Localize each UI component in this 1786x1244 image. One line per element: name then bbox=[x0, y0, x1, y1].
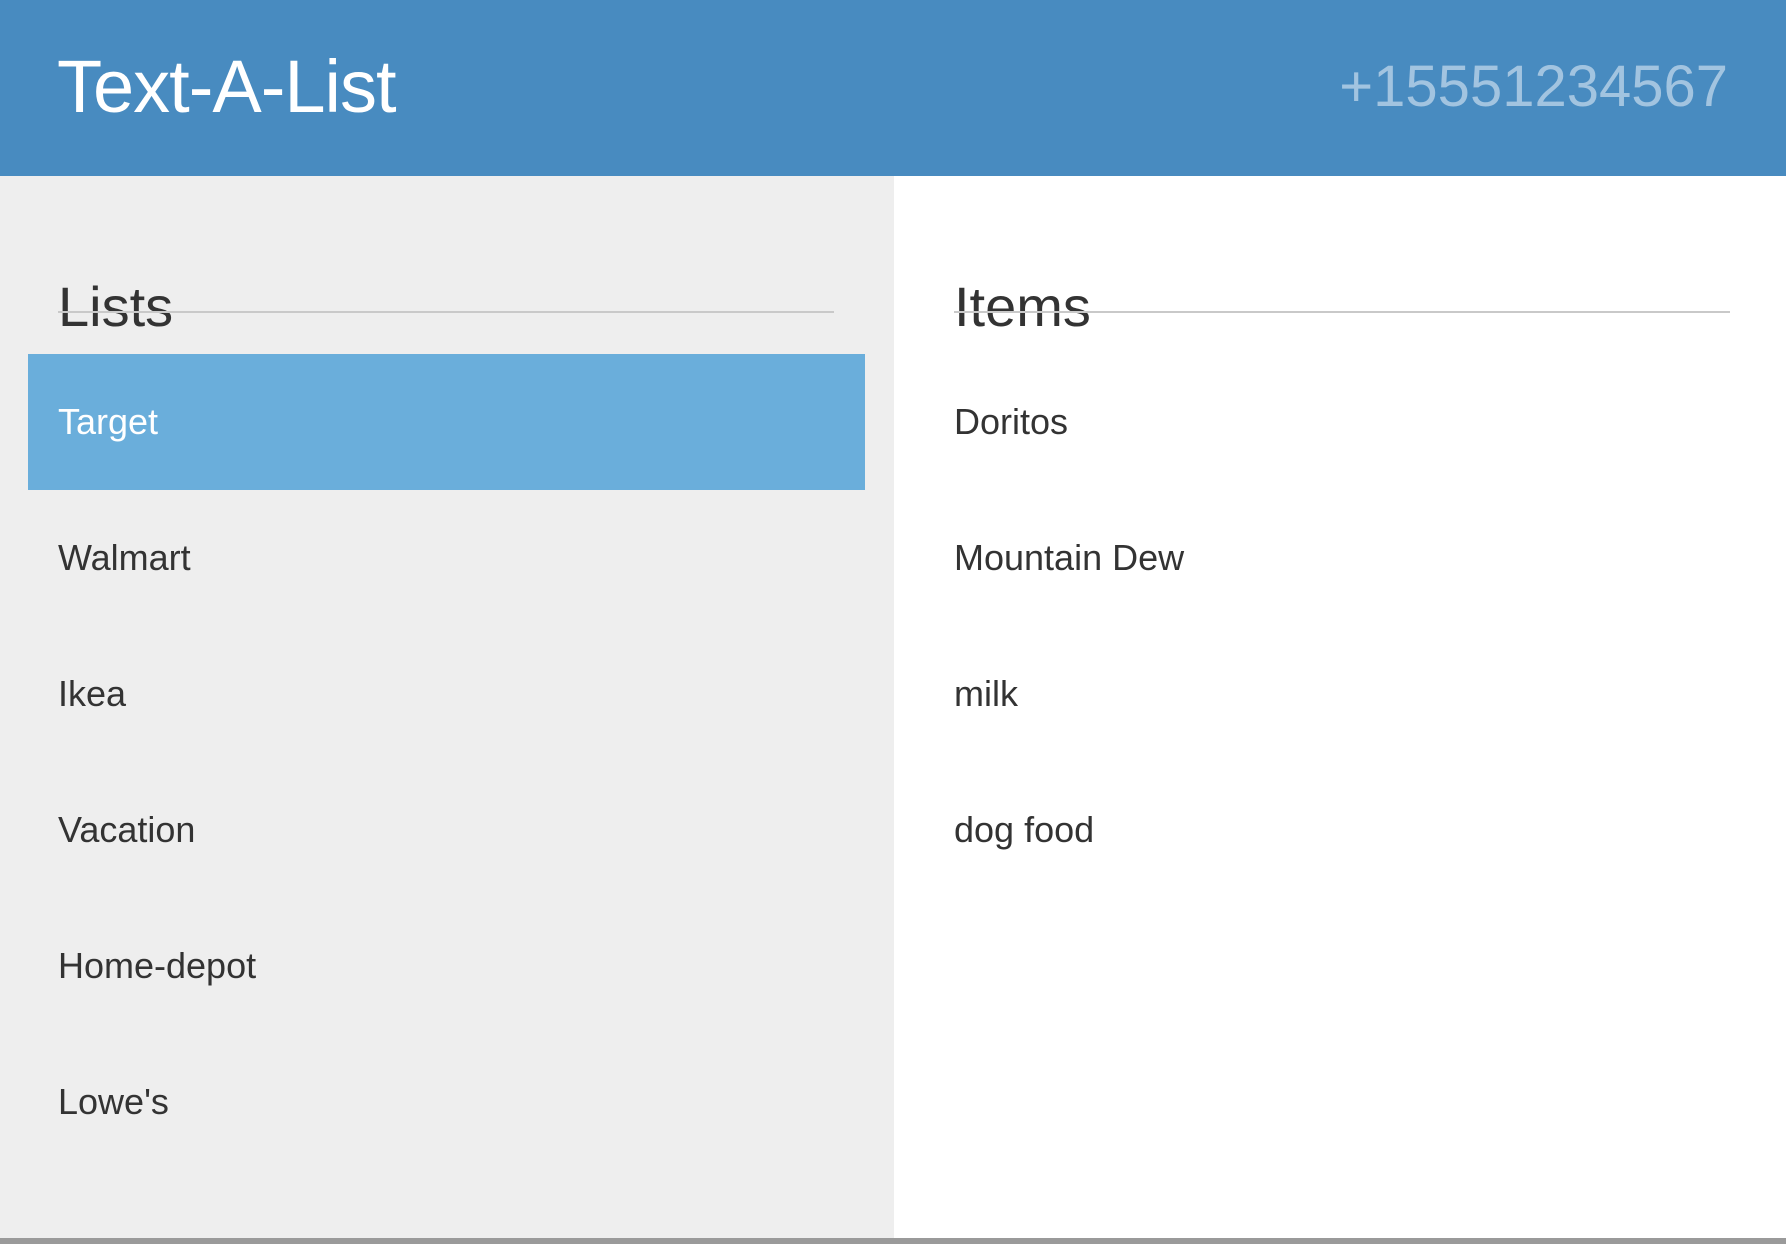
list-item-label: Vacation bbox=[58, 809, 196, 850]
item-label: milk bbox=[954, 673, 1018, 714]
item-label: Doritos bbox=[954, 401, 1069, 442]
phone-number: +15551234567 bbox=[1339, 54, 1728, 119]
list-item-lowes[interactable]: Lowe's bbox=[28, 1034, 865, 1170]
list-item-walmart[interactable]: Walmart bbox=[28, 490, 865, 626]
app-title: Text-A-List bbox=[57, 45, 397, 128]
app: Text-A-List +15551234567 Lists Target Wa… bbox=[0, 0, 1786, 1244]
items-heading: Items bbox=[954, 275, 1091, 339]
list-item-home-depot[interactable]: Home-depot bbox=[28, 898, 865, 1034]
lists-panel: Lists Target Walmart Ikea Vacation Home-… bbox=[0, 176, 894, 1238]
list-item-label: Lowe's bbox=[58, 1081, 169, 1122]
items-panel: Items Doritos Mountain Dew milk dog food bbox=[894, 176, 1786, 1238]
item-row-doritos[interactable]: Doritos bbox=[954, 354, 1734, 490]
item-label: dog food bbox=[954, 809, 1095, 850]
list-item-target[interactable]: Target bbox=[28, 354, 865, 490]
window-bottom-edge bbox=[0, 1238, 1786, 1244]
items-list: Doritos Mountain Dew milk dog food bbox=[954, 354, 1734, 898]
list-item-vacation[interactable]: Vacation bbox=[28, 762, 865, 898]
items-heading-divider bbox=[954, 311, 1730, 313]
item-row-dog-food[interactable]: dog food bbox=[954, 762, 1734, 898]
list-item-label: Ikea bbox=[58, 673, 127, 714]
list-item-label: Target bbox=[58, 401, 159, 442]
list-item-ikea[interactable]: Ikea bbox=[28, 626, 865, 762]
lists-heading-divider bbox=[58, 311, 834, 313]
item-row-mountain-dew[interactable]: Mountain Dew bbox=[954, 490, 1734, 626]
list-item-label: Home-depot bbox=[58, 945, 257, 986]
lists-heading: Lists bbox=[58, 275, 174, 339]
app-header: Text-A-List +15551234567 bbox=[0, 0, 1786, 176]
item-row-milk[interactable]: milk bbox=[954, 626, 1734, 762]
item-label: Mountain Dew bbox=[954, 537, 1185, 578]
lists-list: Target Walmart Ikea Vacation Home-depot … bbox=[28, 354, 865, 1170]
list-item-label: Walmart bbox=[58, 537, 191, 578]
